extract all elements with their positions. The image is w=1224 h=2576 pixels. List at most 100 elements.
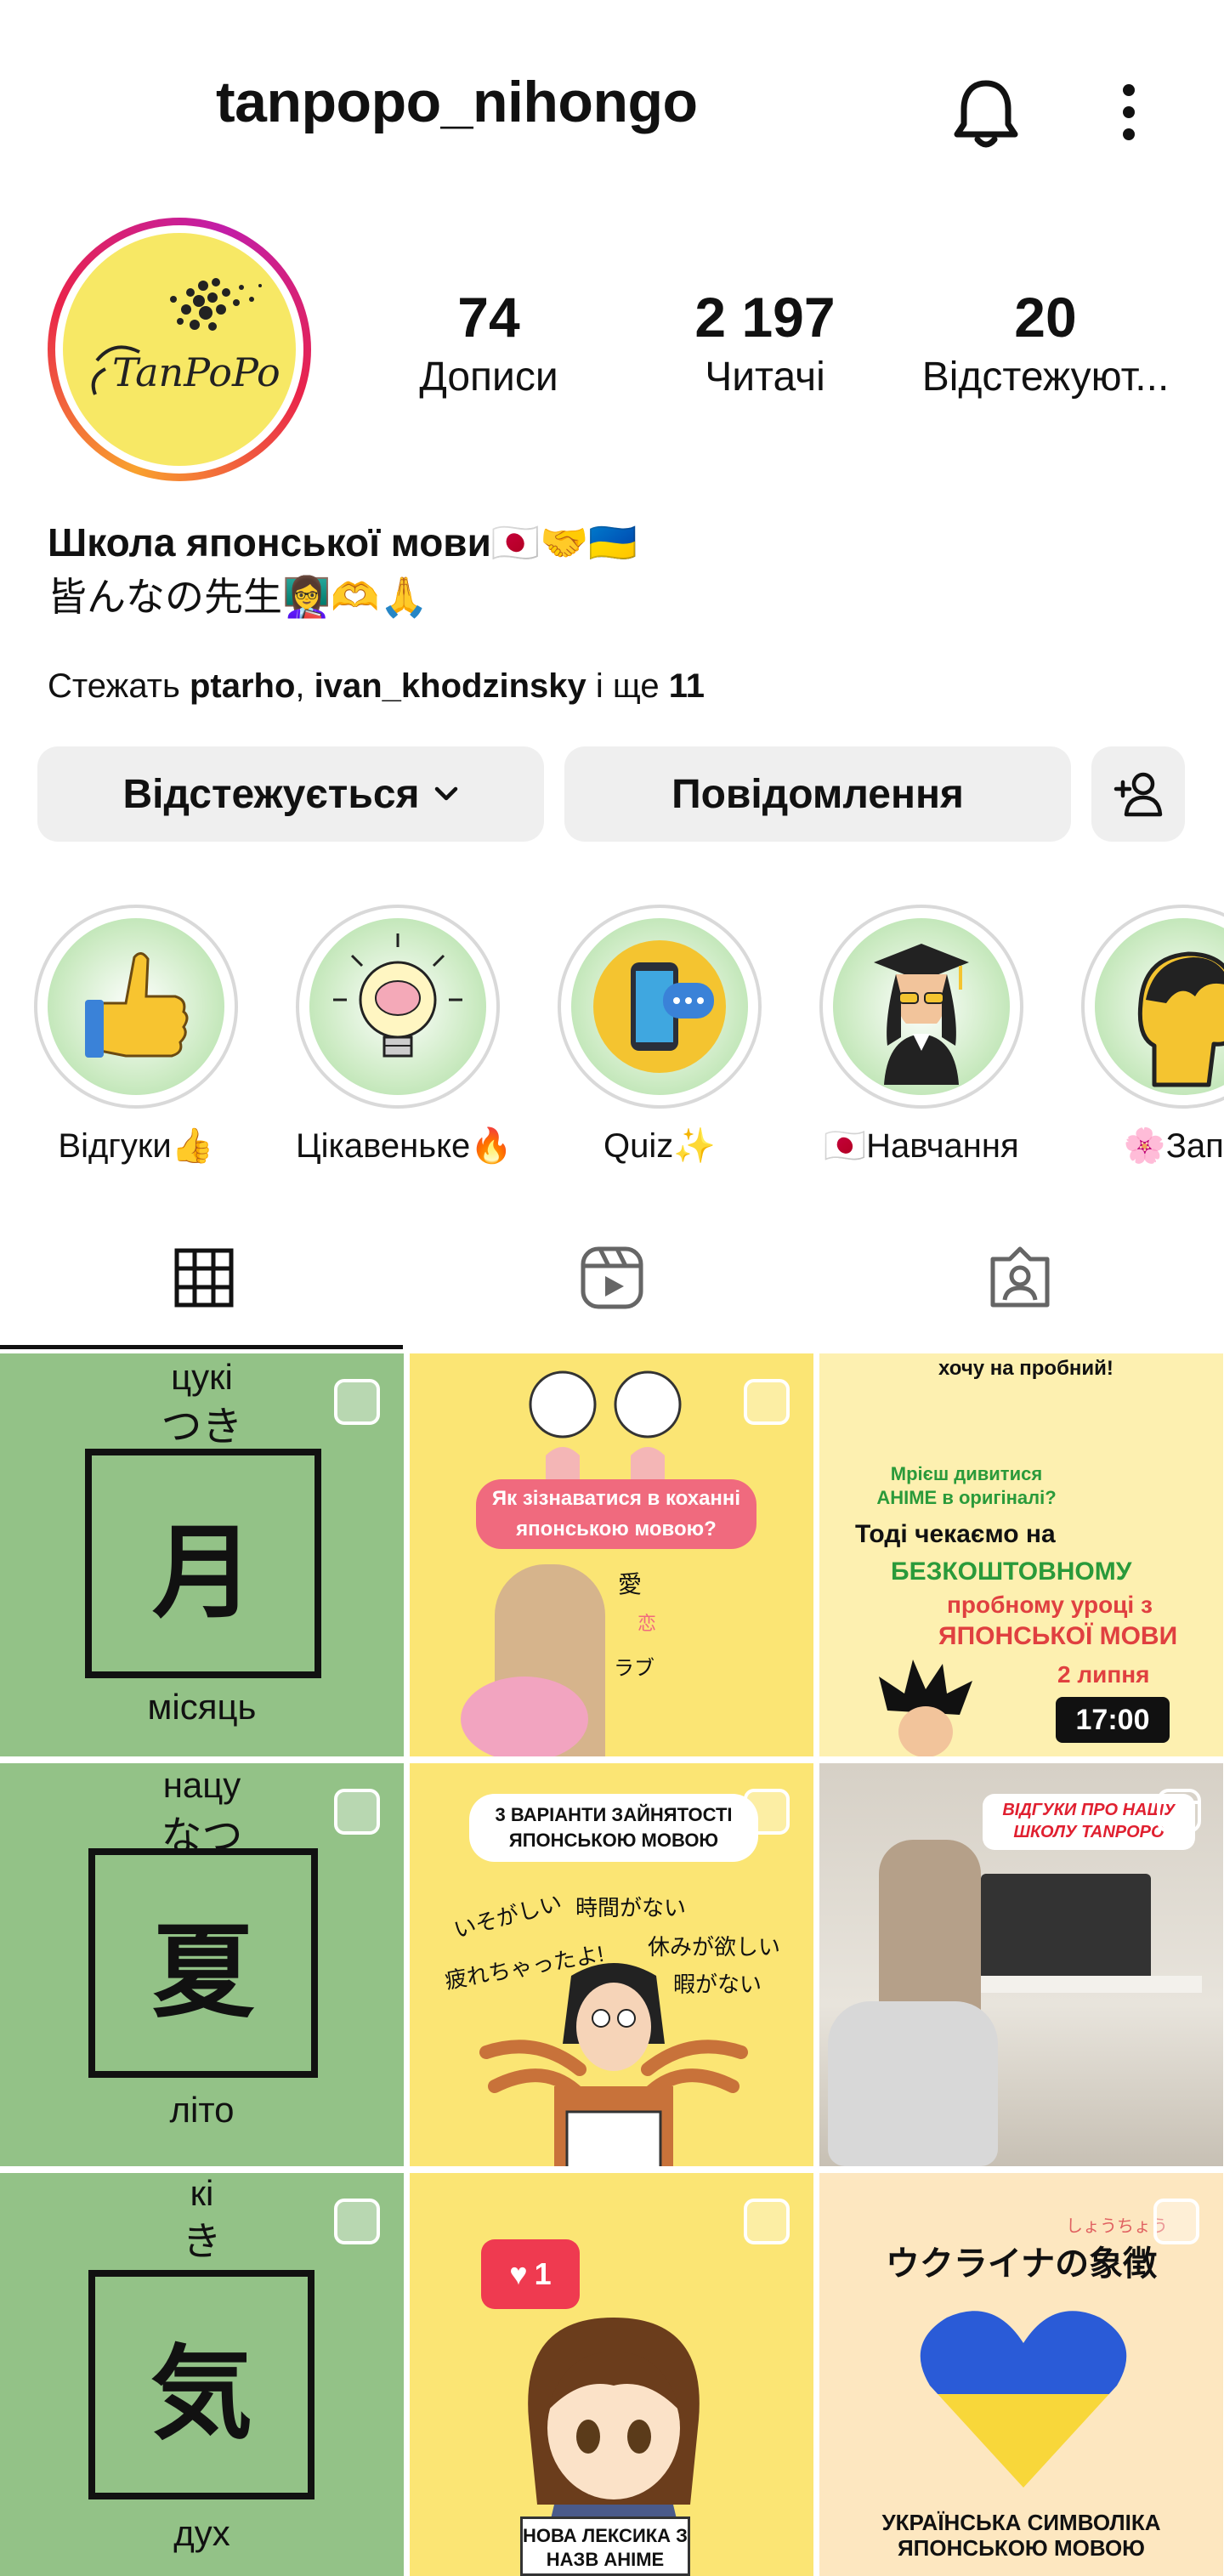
head-profile-icon (1095, 918, 1224, 1095)
bio-line-2: 皆んなの先生👩‍🏫🫶🙏 (48, 575, 428, 619)
followed-user-2[interactable]: ivan_khodzinsky (314, 667, 586, 705)
graduate-icon (833, 918, 1010, 1095)
phone-chat-icon (571, 918, 748, 1095)
bubble-b: 時間がない (575, 1895, 687, 1921)
tagged-tab[interactable] (816, 1207, 1224, 1348)
active-tab-indicator (0, 1345, 403, 1349)
ukraine-heart-icon (920, 2311, 1127, 2488)
profile-username: tanpopo_nihongo (216, 70, 698, 134)
bubble-a: いそがしい (450, 1889, 565, 1943)
stat-following[interactable]: 20 Відстежуют... (910, 289, 1182, 398)
post-line-4: ЯПОНСЬКОЇ МОВИ (938, 1622, 1178, 1650)
post-tile[interactable]: цукі つき 月 місяць (0, 1353, 404, 1756)
post-line-3: пробному уроці з (947, 1592, 1153, 1618)
suggest-user-button[interactable] (1091, 746, 1185, 842)
stat-posts-label: Дописи (419, 355, 558, 400)
post-title: Як зізнаватися в коханні японською мовою… (476, 1479, 756, 1549)
post-tile[interactable]: しょうちょう ウクライナの象徴 УКРАЇНСЬКА СИМВОЛІКА ЯПО… (819, 2173, 1223, 2576)
reels-icon (581, 1246, 643, 1309)
post-caption: НОВА ЛЕКСИКА З НАЗВ АНІМЕ (520, 2516, 690, 2576)
stat-followers-label: Читачі (705, 355, 825, 400)
add-person-icon (1114, 772, 1163, 817)
grid-tab[interactable] (0, 1207, 408, 1348)
post-line-1: Тоді чекаємо на (855, 1520, 1056, 1548)
word-3: ラブ (614, 1657, 654, 1680)
person (879, 1840, 981, 2027)
post-tile[interactable]: 3 ВАРІАНТИ ЗАЙНЯТОСТІ ЯПОНСЬКОЮ МОВОЮ いそ… (410, 1763, 813, 2166)
tagged-person-icon (990, 1246, 1050, 1308)
heart-icon: ♥ (509, 2256, 528, 2291)
post-tile[interactable]: хочу на пробний! Мрієш дивитися АНІМЕ в … (819, 1353, 1223, 1756)
highlight-partial[interactable]: 🌸Запи (1081, 905, 1224, 1166)
stat-followers[interactable]: 2 197 Читачі (672, 289, 858, 398)
profile-header: tanpopo_nihongo (0, 0, 1224, 213)
grid-icon (174, 1248, 234, 1308)
message-button[interactable]: Повідомлення (564, 746, 1071, 842)
laptop (981, 1874, 1151, 1984)
profile-bio: Школа японської мови🇯🇵🤝🇺🇦 皆んなの先生👩‍🏫🫶🙏 (48, 515, 638, 624)
post-tile[interactable]: кі き 気 дух (0, 2173, 404, 2576)
followed-prefix: Стежать (48, 667, 190, 705)
followed-separator: , (295, 667, 314, 705)
highlight-interesting[interactable]: Цікавеньке🔥 (296, 905, 513, 1166)
post-date: 2 липня (1057, 1661, 1150, 1688)
highlight-reviews[interactable]: Відгуки👍 (34, 905, 238, 1166)
reel-icon (1157, 1789, 1201, 1833)
followed-user-1[interactable]: ptarho (190, 667, 295, 705)
followed-mid: і ще (586, 667, 669, 705)
stat-following-value: 20 (1014, 286, 1077, 349)
post-tile[interactable]: нацу なつ 夏 літо (0, 1763, 404, 2166)
select-checkbox[interactable] (334, 1789, 380, 1835)
highlight-label: Цікавеньке🔥 (296, 1127, 513, 1165)
word-2: 恋 (638, 1613, 657, 1634)
highlight-label: Quiz✨ (603, 1127, 717, 1165)
bio-line-1: Школа японської мови🇯🇵🤝🇺🇦 (48, 520, 638, 565)
followed-by[interactable]: Стежать ptarho, ivan_khodzinsky і ще 11 (48, 667, 705, 706)
word-1: 愛 (618, 1571, 643, 1597)
post-kanji: 月 (85, 1449, 321, 1678)
post-tile[interactable]: ♥ 1 НОВА ЛЕКСИКА З НАЗВ АНІМЕ (410, 2173, 813, 2576)
select-checkbox[interactable] (744, 1379, 790, 1425)
select-checkbox[interactable] (1153, 2199, 1199, 2244)
select-checkbox[interactable] (744, 1789, 790, 1835)
post-tile[interactable]: Як зізнаватися в коханні японською мовою… (410, 1353, 813, 1756)
highlight-quiz[interactable]: Quiz✨ (558, 905, 762, 1166)
post-title: 3 ВАРІАНТИ ЗАЙНЯТОСТІ ЯПОНСЬКОЮ МОВОЮ (469, 1794, 758, 1862)
post-caption: УКРАЇНСЬКА СИМВОЛІКА ЯПОНСЬКОЮ МОВОЮ (881, 2510, 1161, 2561)
couple-illustration (529, 1370, 682, 1489)
post-meaning: дух (173, 2513, 230, 2553)
lightbulb-brain-icon (309, 918, 486, 1095)
highlight-education[interactable]: 🇯🇵Навчання (819, 905, 1023, 1166)
post-kanji: 夏 (88, 1848, 318, 2078)
anime-character (879, 1660, 972, 1756)
post-top-text: хочу на пробний! (938, 1357, 1114, 1380)
following-button-label: Відстежується (122, 771, 420, 817)
followed-count: 11 (668, 667, 705, 705)
like-notification: ♥ 1 (481, 2239, 580, 2309)
flowers (461, 1677, 588, 1756)
bell-icon[interactable] (952, 75, 1020, 151)
post-furigana: しょうちょう (1066, 2217, 1168, 2236)
chevron-down-icon (434, 786, 457, 801)
bubble-c: 休みが欲しい (648, 1934, 781, 1960)
post-time: 17:00 (1056, 1697, 1170, 1743)
post-meaning: літо (169, 2090, 235, 2130)
following-button[interactable]: Відстежується (37, 746, 544, 842)
select-checkbox[interactable] (334, 1379, 380, 1425)
stat-posts[interactable]: 74 Дописи (400, 289, 578, 398)
select-checkbox[interactable] (334, 2199, 380, 2244)
stat-posts-value: 74 (457, 286, 520, 349)
highlight-label: 🇯🇵Навчання (824, 1127, 1019, 1165)
thumbs-up-icon (48, 918, 224, 1095)
post-line-2: БЕЗКОШТОВНОМУ (891, 1558, 1132, 1586)
chair (828, 2001, 998, 2166)
select-checkbox[interactable] (744, 2199, 790, 2244)
busy-woman-illustration (479, 1963, 748, 2166)
reels-tab[interactable] (408, 1207, 816, 1348)
stat-followers-value: 2 197 (694, 286, 836, 349)
story-ring[interactable]: TanPoPo (48, 218, 311, 481)
avatar: TanPoPo (63, 233, 296, 466)
post-tile[interactable]: ВІДГУКИ ПРО НАШУ ШКОЛУ TANPOPO (819, 1763, 1223, 2166)
message-button-label: Повідомлення (672, 771, 964, 817)
more-options-icon[interactable] (1105, 82, 1153, 143)
